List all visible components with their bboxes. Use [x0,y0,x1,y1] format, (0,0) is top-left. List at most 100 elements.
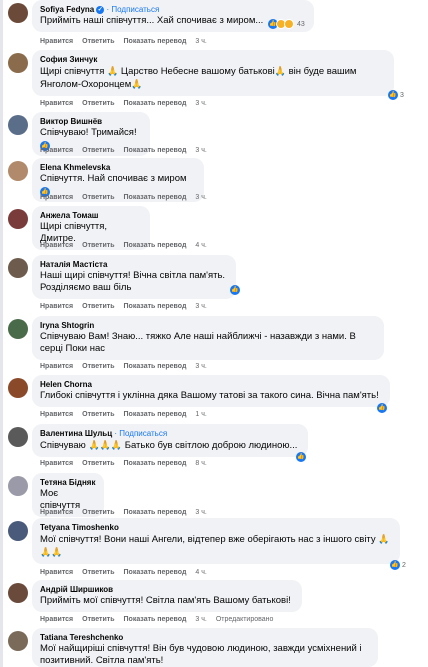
reply-link[interactable]: Ответить [82,303,114,310]
like-link[interactable]: Нравится [40,363,73,370]
like-link[interactable]: Нравится [40,509,73,516]
avatar[interactable] [8,427,28,447]
author-name[interactable]: Валентина Шульц [40,429,112,438]
comment-text: Співчуваю! Тримайся! [40,127,137,138]
author-name[interactable]: Виктор Вишнёв [40,116,142,127]
reply-link[interactable]: Ответить [82,569,114,576]
reply-link[interactable]: Ответить [82,509,114,516]
timestamp[interactable]: 3 ч. [195,509,206,516]
translate-link[interactable]: Показать перевод [124,569,187,576]
avatar[interactable] [8,521,28,541]
author-name[interactable]: Наталія Мастіста [40,259,228,270]
timestamp[interactable]: 3 ч. [195,38,206,45]
like-icon: 👍 [230,285,240,295]
timestamp[interactable]: 4 ч. [195,569,206,576]
reply-link[interactable]: Ответить [82,616,114,623]
reply-link[interactable]: Ответить [82,38,114,45]
reply-link[interactable]: Ответить [82,147,114,154]
reactions-badge[interactable]: 👍 [230,285,240,295]
author-name[interactable]: Helen Chorna [40,379,382,390]
author-name[interactable]: Tetyana Timoshenko [40,522,392,533]
comment-text: Прийміть наші співчуття... Хай спочиває … [40,15,264,26]
avatar[interactable] [8,258,28,278]
reactions-badge[interactable]: 👍 3 [388,90,404,100]
like-link[interactable]: Нравится [40,242,73,249]
avatar[interactable] [8,583,28,603]
reactions-badge[interactable]: 👍 [296,452,306,462]
author-name[interactable]: Тетяна Бідняк [40,477,96,488]
reply-link[interactable]: Ответить [82,363,114,370]
like-link[interactable]: Нравится [40,460,73,467]
author-name[interactable]: Elena Khmelevska [40,162,196,173]
translate-link[interactable]: Показать перевод [124,363,187,370]
reactions-badge[interactable]: 👍 [377,403,387,413]
reply-link[interactable]: Ответить [82,194,114,201]
avatar[interactable] [8,161,28,181]
comment-actions: Нравится Ответить Показать перевод 3 ч. [40,37,216,46]
avatar[interactable] [8,319,28,339]
reactions-badge[interactable]: 👍 2 [390,560,406,570]
author-name[interactable]: Анжела Томаш [40,210,142,221]
like-link[interactable]: Нравится [40,569,73,576]
avatar[interactable] [8,53,28,73]
timestamp[interactable]: 8 ч. [195,460,206,467]
avatar[interactable] [8,378,28,398]
translate-link[interactable]: Показать перевод [124,100,187,107]
translate-link[interactable]: Показать перевод [124,194,187,201]
like-link[interactable]: Нравится [40,303,73,310]
translate-link[interactable]: Показать перевод [124,616,187,623]
author-name[interactable]: Iryna Shtogrin [40,320,376,331]
reply-link[interactable]: Ответить [82,460,114,467]
reactions-badge[interactable]: 👍 43 [268,19,305,29]
reply-link[interactable]: Ответить [82,100,114,107]
timestamp[interactable]: 3 ч. [195,147,206,154]
comment-bubble: Tatiana Tereshchenko Мої найщиріші співч… [32,628,378,667]
translate-link[interactable]: Показать перевод [124,303,187,310]
comment-actions: Нравится Ответить Показать перевод 3 ч. [40,302,216,311]
like-link[interactable]: Нравится [40,411,73,418]
pray-emoji-icon: 🙏 [107,66,119,76]
avatar[interactable] [8,3,28,23]
comment-text: Співчуваю Вам! Знаю... тяжко Але наші на… [40,331,356,354]
like-link[interactable]: Нравится [40,147,73,154]
comment-actions: Нравится Ответить Показать перевод 3 ч. [40,362,216,371]
like-link[interactable]: Нравится [40,100,73,107]
avatar[interactable] [8,209,28,229]
translate-link[interactable]: Показать перевод [124,460,187,467]
edited-label: Отредактировано [215,616,274,623]
reply-link[interactable]: Ответить [82,411,114,418]
comment-actions: Нравится Ответить Показать перевод 3 ч. [40,193,216,202]
avatar[interactable] [8,631,28,651]
translate-link[interactable]: Показать перевод [124,509,187,516]
like-link[interactable]: Нравится [40,616,73,623]
author-name[interactable]: София Зинчук [40,54,386,65]
timestamp[interactable]: 3 ч. [195,616,206,623]
avatar[interactable] [8,115,28,135]
comment-actions: Нравится Ответить Показать перевод 3 ч. [40,508,216,517]
avatar[interactable] [8,476,28,496]
comment-text: Співчуваю 🙏🙏🙏 Батько був світлою доброю … [40,440,298,451]
translate-link[interactable]: Показать перевод [124,147,187,154]
timestamp[interactable]: 4 ч. [195,242,206,249]
author-name[interactable]: Sofiya Fedyna [40,5,94,14]
like-link[interactable]: Нравится [40,38,73,45]
author-name[interactable]: Андрій Ширшиков [40,584,294,595]
timestamp[interactable]: 1 ч. [195,411,206,418]
author-name[interactable]: Tatiana Tereshchenko [40,632,370,643]
comment-text: Співчуття. Най спочиває з миром [40,173,187,184]
timestamp[interactable]: 3 ч. [195,194,206,201]
reply-link[interactable]: Ответить [82,242,114,249]
translate-link[interactable]: Показать перевод [124,411,187,418]
timestamp[interactable]: 3 ч. [195,303,206,310]
comment-bubble: Наталія Мастіста Наші щирі співчуття! Ві… [32,255,236,299]
pray-emoji-icon: 🙏 [274,66,286,76]
translate-link[interactable]: Показать перевод [124,242,187,249]
translate-link[interactable]: Показать перевод [124,38,187,45]
comment-bubble: Андрій Ширшиков Прийміть мої співчуття! … [32,580,302,612]
follow-link[interactable]: · Подписаться [114,429,167,438]
like-link[interactable]: Нравится [40,194,73,201]
follow-link[interactable]: · Подписаться [106,5,159,14]
timestamp[interactable]: 3 ч. [195,363,206,370]
timestamp[interactable]: 3 ч. [195,100,206,107]
comment-text: Щирі співчуття 🙏 Царство Небесне вашому … [40,66,357,90]
